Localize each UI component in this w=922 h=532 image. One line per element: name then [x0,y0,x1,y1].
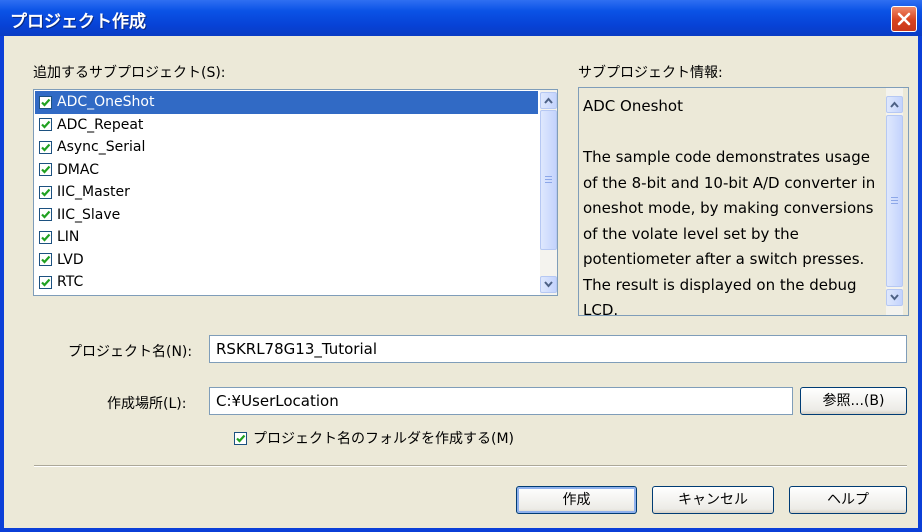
info-scroll-up-button[interactable] [886,96,903,113]
location-input[interactable]: C:¥UserLocation [209,387,793,415]
checkmark-icon [236,434,246,443]
subproject-items: ADC_OneShot ADC_Repeat Async_Serial DMAC IIC… [35,91,538,294]
list-item[interactable]: Async_Serial [35,136,538,159]
checkmark-icon [41,211,51,219]
subproject-label: ADC_Repeat [57,116,144,133]
subproject-checkbox[interactable] [39,140,52,154]
subproject-label: IIC_Slave [57,206,121,223]
create-folder-check-box[interactable] [234,431,247,445]
checkmark-icon [41,98,51,107]
cancel-button[interactable]: キャンセル [652,486,774,514]
checkmark-icon [41,166,51,174]
subproject-checkbox[interactable] [39,95,52,109]
list-item[interactable]: LVD [35,249,538,272]
chevron-up-icon [890,101,899,108]
info-scrollbar[interactable] [886,88,903,315]
create-folder-label: プロジェクト名のフォルダを作成する(M) [253,431,515,447]
checkmark-icon [41,278,51,287]
subproject-checkbox[interactable] [39,275,52,289]
dialog-title: プロジェクト作成 [10,12,146,32]
subproject-label: ADC_OneShot [55,93,538,112]
location-label: 作成場所(L): [107,396,187,412]
title-bar[interactable]: プロジェクト作成 [0,0,922,36]
create-folder-checkbox[interactable]: プロジェクト名のフォルダを作成する(M) [234,428,514,448]
subproject-checkbox[interactable] [39,230,52,244]
list-item[interactable]: ADC_OneShot [35,91,538,114]
help-button[interactable]: ヘルプ [789,486,907,514]
checkmark-icon [41,143,51,152]
subproject-label: DMAC [57,161,99,178]
subproject-info-text: ADC Oneshot The sample code demonstrates… [583,97,876,316]
list-item[interactable]: IIC_Slave [35,204,538,227]
subproject-checkbox[interactable] [39,253,52,267]
list-item[interactable]: DMAC [35,159,538,182]
dialog-window: プロジェクト作成 追加するサブプロジェクト(S): ADC_OneShot ADC… [0,0,922,532]
project-name-input[interactable]: RSKRL78G13_Tutorial [209,335,907,363]
subproject-list-label: 追加するサブプロジェクト(S): [33,65,226,81]
info-scroll-down-button[interactable] [886,289,903,306]
list-item[interactable]: ADC_Repeat [35,114,538,137]
browse-button[interactable]: 参照...(B) [800,387,907,415]
subproject-checkbox[interactable] [39,185,52,199]
close-button[interactable] [891,6,917,32]
scroll-up-button[interactable] [540,92,557,109]
subproject-info-box[interactable]: ADC Oneshot The sample code demonstrates… [578,87,909,316]
subproject-listbox[interactable]: ADC_OneShot ADC_Repeat Async_Serial DMAC IIC… [33,89,558,296]
checkmark-icon [41,256,51,264]
checkmark-icon [41,121,51,129]
list-item[interactable]: IIC_Master [35,181,538,204]
close-icon [897,12,911,26]
subproject-label: RTC [57,274,84,291]
chevron-down-icon [544,281,553,288]
subproject-checkbox[interactable] [39,163,52,177]
checkmark-icon [41,188,51,197]
subproject-scrollbar[interactable] [540,90,557,295]
chevron-down-icon [890,294,899,301]
list-item[interactable]: RTC [35,271,538,294]
subproject-label: IIC_Master [57,184,130,201]
scroll-thumb[interactable] [540,110,557,250]
chevron-up-icon [544,97,553,104]
project-name-label: プロジェクト名(N): [68,344,193,360]
subproject-checkbox[interactable] [39,118,52,132]
info-scroll-thumb[interactable] [886,115,903,287]
subproject-label: LIN [57,229,80,246]
create-button[interactable]: 作成 [516,486,637,514]
separator [34,465,907,467]
subproject-label: LVD [57,251,84,268]
checkmark-icon [41,233,51,242]
scroll-down-button[interactable] [540,276,557,293]
subproject-info-label: サブプロジェクト情報: [578,65,723,81]
subproject-label: Async_Serial [57,139,146,156]
list-item[interactable]: LIN [35,226,538,249]
subproject-checkbox[interactable] [39,208,52,222]
